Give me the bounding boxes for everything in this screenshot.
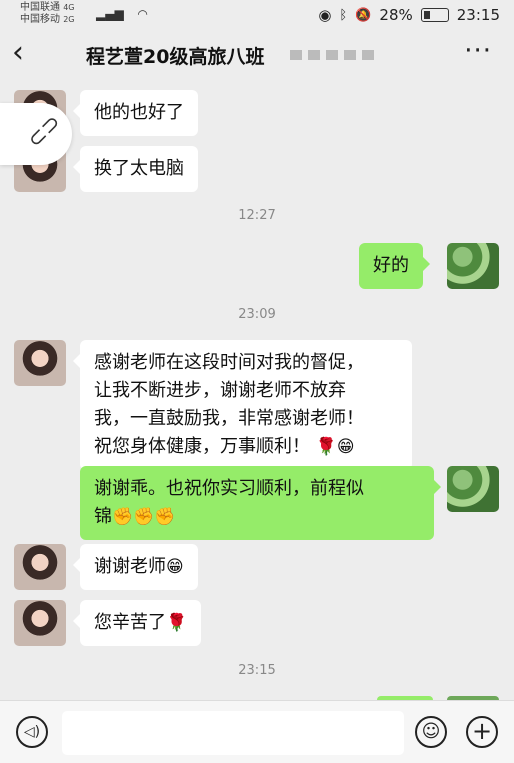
status-bar: 中国联通 4G 中国移动 2G ▂▄▆ ◠ ◉ ᛒ 🔕 28% 23:15 <box>0 0 514 30</box>
battery-percent: 28% <box>379 6 413 24</box>
signal-icon: ▂▄▆ <box>96 7 124 21</box>
message-line: 感谢老师在这段时间对我的督促， <box>94 352 364 373</box>
rose-emoji-icon: 🌹 <box>166 613 188 633</box>
chat-header: ‹ 程艺萱20级高旅八班 ··· <box>0 30 514 80</box>
grin-emoji-icon: 😁 <box>166 557 184 577</box>
more-dots-icon: ··· <box>464 36 492 66</box>
plus-icon: + <box>471 717 493 745</box>
message-bubble-in[interactable]: 您辛苦了🌹 <box>72 600 202 646</box>
emoji-button[interactable]: ☺ <box>415 716 447 748</box>
contact-avatar[interactable] <box>14 600 66 646</box>
message-line: 祝您身体健康，万事顺利！ <box>94 436 310 457</box>
back-button[interactable]: ‹ <box>12 38 24 68</box>
message-bubble-in[interactable]: 感谢老师在这段时间对我的督促， 让我不断进步，谢谢老师不放弃 我，一直鼓励我，非… <box>73 340 412 470</box>
chevron-left-icon: ‹ <box>12 35 24 70</box>
contact-avatar[interactable] <box>14 544 66 590</box>
eye-icon: ◉ <box>318 6 332 24</box>
mute-icon: 🔕 <box>355 7 372 23</box>
bluetooth-icon: ᛒ <box>339 7 348 23</box>
my-avatar[interactable] <box>447 466 499 512</box>
carrier-1-net: 4G <box>63 3 75 12</box>
carrier-info: 中国联通 4G 中国移动 2G <box>20 2 74 26</box>
timestamp: 23:15 <box>238 663 276 678</box>
carrier-1: 中国联通 <box>20 2 60 13</box>
plus-button[interactable]: + <box>466 716 498 748</box>
message-text: 您辛苦了 <box>94 612 166 633</box>
battery-icon <box>420 8 449 22</box>
voice-button[interactable]: ◁) <box>16 716 48 748</box>
message-line: 锦 <box>94 506 112 527</box>
message-bubble-in[interactable]: 谢谢老师😁 <box>73 544 198 590</box>
floating-link-button[interactable]: ⊂⊃ <box>0 103 72 165</box>
carrier-2: 中国移动 <box>20 14 60 25</box>
message-bubble-in[interactable]: 换了太电脑 <box>73 146 198 192</box>
rose-grin-emoji-icon: 🌹😁 <box>315 437 355 457</box>
message-input[interactable] <box>62 711 404 755</box>
message-line: 让我不断进步，谢谢老师不放弃 <box>94 380 346 401</box>
message-bubble-out[interactable]: 好的 <box>359 243 430 289</box>
message-bubble-in[interactable]: 他的也好了 <box>73 90 198 136</box>
timestamp: 12:27 <box>238 208 276 223</box>
voice-icon: ◁) <box>23 724 41 740</box>
message-text: 谢谢老师 <box>94 556 166 577</box>
wifi-icon: ◠ <box>138 7 148 21</box>
message-text: 他的也好了 <box>94 102 184 123</box>
input-bar: ◁) ☺ + <box>0 700 514 763</box>
chat-title: 程艺萱20级高旅八班 <box>86 46 265 68</box>
my-avatar[interactable] <box>447 243 499 289</box>
message-line: 谢谢乖。也祝你实习顺利，前程似 <box>94 478 364 499</box>
message-line: 我，一直鼓励我，非常感谢老师！ <box>94 408 364 429</box>
message-bubble-out[interactable]: 谢谢乖。也祝你实习顺利，前程似 锦✊✊✊ <box>80 466 441 540</box>
timestamp: 23:09 <box>238 307 276 322</box>
carrier-2-net: 2G <box>63 15 75 24</box>
redacted-text <box>290 50 374 60</box>
link-icon: ⊂⊃ <box>22 109 67 154</box>
fist-emoji-icon: ✊✊✊ <box>112 507 176 527</box>
clock: 23:15 <box>456 6 500 24</box>
message-text: 换了太电脑 <box>94 158 184 179</box>
message-text: 好的 <box>373 255 409 276</box>
more-button[interactable]: ··· <box>464 36 492 66</box>
contact-avatar[interactable] <box>14 340 66 386</box>
emoji-icon: ☺ <box>421 721 441 742</box>
